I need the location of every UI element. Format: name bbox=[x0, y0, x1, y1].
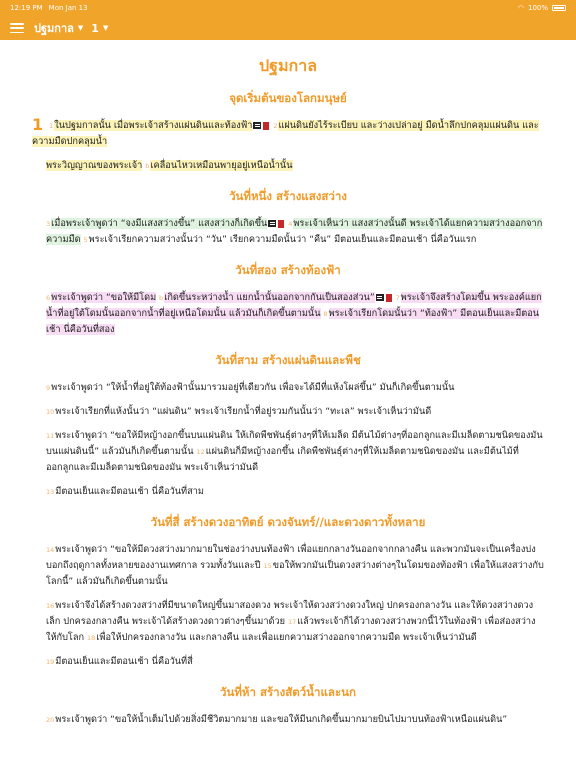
paragraph: 1 1ในปฐมกาลนั้น เมื่อพระเจ้าสร้างแผ่นดินแ… bbox=[32, 115, 544, 150]
verse-number[interactable]: 11 bbox=[46, 432, 54, 440]
verse-text[interactable]: พระเจ้าพูดว่า “ขอให้น้ำเต็มไปด้วยสิ่งมีช… bbox=[55, 714, 507, 725]
verse-text[interactable]: เมื่อพระเจ้าพูดว่า “จงมีแสงสว่างขึ้น” แส… bbox=[51, 218, 268, 229]
verse-number[interactable]: 8 bbox=[323, 310, 327, 318]
verse-number[interactable]: 13 bbox=[46, 488, 54, 496]
note-icon[interactable] bbox=[253, 122, 262, 129]
book-title: ปฐมกาล bbox=[258, 56, 317, 75]
chapter-selector[interactable]: 1 bbox=[91, 22, 99, 35]
verse-number[interactable]: 5 bbox=[83, 236, 87, 244]
section-heading: วันที่สี่ สร้างดวงอาทิตย์ ดวงจันทร์//และ… bbox=[150, 515, 426, 529]
verse-text[interactable]: พระเจ้าเรียกที่แห้งนั้นว่า “แผ่นดิน” พระ… bbox=[55, 406, 431, 417]
verse-number[interactable]: 1 bbox=[49, 122, 53, 130]
verse-text[interactable]: เคลื่อนไหวเหมือนพายุอยู่เหนือน้ำนั้น bbox=[150, 160, 293, 171]
verse-number[interactable]: 6 bbox=[46, 294, 50, 302]
chapter-body: จุดเริ่มต้นของโลกมนุษย์ 1 1ในปฐมกาลนั้น เม… bbox=[32, 90, 544, 728]
bookmark-icon[interactable] bbox=[385, 293, 392, 302]
book-selector[interactable]: ปฐมกาล bbox=[34, 19, 74, 37]
battery-percent: 100% bbox=[527, 4, 548, 12]
note-icon[interactable] bbox=[268, 220, 277, 227]
paragraph: 14พระเจ้าพูดว่า “ขอให้มีดวงสว่างมากมายใน… bbox=[32, 542, 544, 590]
paragraph: พระวิญญาณของพระเจ้า bเคลื่อนไหวเหมือนพาย… bbox=[32, 158, 544, 174]
verse-text[interactable]: พระเจ้าพูดว่า “ขอให้มีโดม bbox=[51, 292, 157, 303]
verse-text[interactable]: พระเจ้าพูดว่า “ให้น้ำที่อยู่ใต้ท้องฟ้านั… bbox=[51, 382, 454, 393]
section-heading: วันที่สาม สร้างแผ่นดินและพืช bbox=[215, 353, 361, 367]
verse-number[interactable]: 17 bbox=[288, 618, 296, 626]
verse-number[interactable]: 9 bbox=[46, 384, 50, 392]
battery-icon bbox=[552, 5, 566, 11]
paragraph: 9พระเจ้าพูดว่า “ให้น้ำที่อยู่ใต้ท้องฟ้าน… bbox=[32, 380, 544, 396]
book-chevron-down-icon[interactable]: ▼ bbox=[78, 24, 83, 32]
verse-text[interactable]: เพื่อให้ปกครองกลางวัน และกลางคืน และเพื่… bbox=[96, 632, 476, 643]
verse-number[interactable]: 19 bbox=[46, 658, 54, 666]
section-heading: วันที่ห้า สร้างสัตว์น้ำและนก bbox=[220, 685, 356, 699]
verse-number[interactable]: 14 bbox=[46, 546, 54, 554]
verse-number[interactable]: 12 bbox=[196, 448, 204, 456]
section-heading: จุดเริ่มต้นของโลกมนุษย์ bbox=[229, 91, 347, 105]
verse-text[interactable]: เกิดขึ้นระหว่างน้ำ แยกน้ำนั้นออกจากกันเป… bbox=[164, 292, 375, 303]
verse-number[interactable]: 10 bbox=[46, 408, 54, 416]
paragraph: 10พระเจ้าเรียกที่แห้งนั้นว่า “แผ่นดิน” พ… bbox=[32, 404, 544, 420]
menu-icon[interactable] bbox=[10, 23, 24, 33]
verse-number[interactable]: 15 bbox=[264, 562, 272, 570]
paragraph: 11พระเจ้าพูดว่า “ขอให้มีหญ้างอกขึ้นบนแผ่… bbox=[32, 428, 544, 476]
status-date: Mon Jan 13 bbox=[48, 4, 88, 12]
wifi-icon: ◠ bbox=[517, 4, 524, 12]
section-heading: วันที่หนึ่ง สร้างแสงสว่าง bbox=[229, 189, 347, 203]
verse-number[interactable]: b bbox=[145, 162, 149, 170]
verse-text[interactable]: มีตอนเย็นและมีตอนเช้า นี่คือวันที่สี่ bbox=[55, 656, 192, 667]
verse-number[interactable]: 18 bbox=[87, 634, 95, 642]
paragraph: 6พระเจ้าพูดว่า “ขอให้มีโดม bเกิดขึ้นระหว… bbox=[32, 290, 544, 338]
chapter-number: 1 bbox=[32, 115, 44, 134]
nav-bar: ปฐมกาล ▼ 1 ▼ bbox=[0, 16, 576, 40]
status-bar: 12:19 PM Mon Jan 13 ◠ 100% bbox=[0, 0, 576, 16]
verse-text[interactable]: พระเจ้าเรียกความสว่างนั้นว่า “วัน” เรียก… bbox=[89, 234, 477, 245]
bookmark-icon[interactable] bbox=[278, 219, 285, 228]
verse-number[interactable]: 2 bbox=[273, 122, 277, 130]
paragraph: 3เมื่อพระเจ้าพูดว่า “จงมีแสงสว่างขึ้น” แ… bbox=[32, 216, 544, 248]
verse-number[interactable]: b bbox=[159, 294, 163, 302]
paragraph: 16พระเจ้าจึงได้สร้างดวงสว่างที่มีขนาดใหญ… bbox=[32, 598, 544, 646]
paragraph: 13มีตอนเย็นและมีตอนเช้า นี่คือวันที่สาม bbox=[32, 484, 544, 500]
bookmark-icon[interactable] bbox=[263, 121, 270, 130]
verse-number[interactable]: 16 bbox=[46, 602, 54, 610]
verse-number[interactable]: 3 bbox=[46, 220, 50, 228]
reader-content[interactable]: ปฐมกาล จุดเริ่มต้นของโลกมนุษย์ 1 1ในปฐมกาล… bbox=[0, 40, 576, 768]
verse-text[interactable]: ในปฐมกาลนั้น เมื่อพระเจ้าสร้างแผ่นดินและ… bbox=[54, 120, 253, 131]
section-heading: วันที่สอง สร้างท้องฟ้า bbox=[235, 263, 341, 277]
verse-number[interactable]: 4 bbox=[288, 220, 292, 228]
verse-text[interactable]: พระวิญญาณของพระเจ้า bbox=[46, 160, 143, 171]
status-time: 12:19 PM bbox=[10, 4, 43, 12]
chapter-chevron-down-icon[interactable]: ▼ bbox=[103, 24, 108, 32]
paragraph: 20พระเจ้าพูดว่า “ขอให้น้ำเต็มไปด้วยสิ่งม… bbox=[32, 712, 544, 728]
note-icon[interactable] bbox=[375, 294, 384, 301]
paragraph: 19มีตอนเย็นและมีตอนเช้า นี่คือวันที่สี่ bbox=[32, 654, 544, 670]
verse-number[interactable]: 20 bbox=[46, 716, 54, 724]
verse-number[interactable]: 7 bbox=[396, 294, 400, 302]
verse-text[interactable]: มีตอนเย็นและมีตอนเช้า นี่คือวันที่สาม bbox=[55, 486, 204, 497]
